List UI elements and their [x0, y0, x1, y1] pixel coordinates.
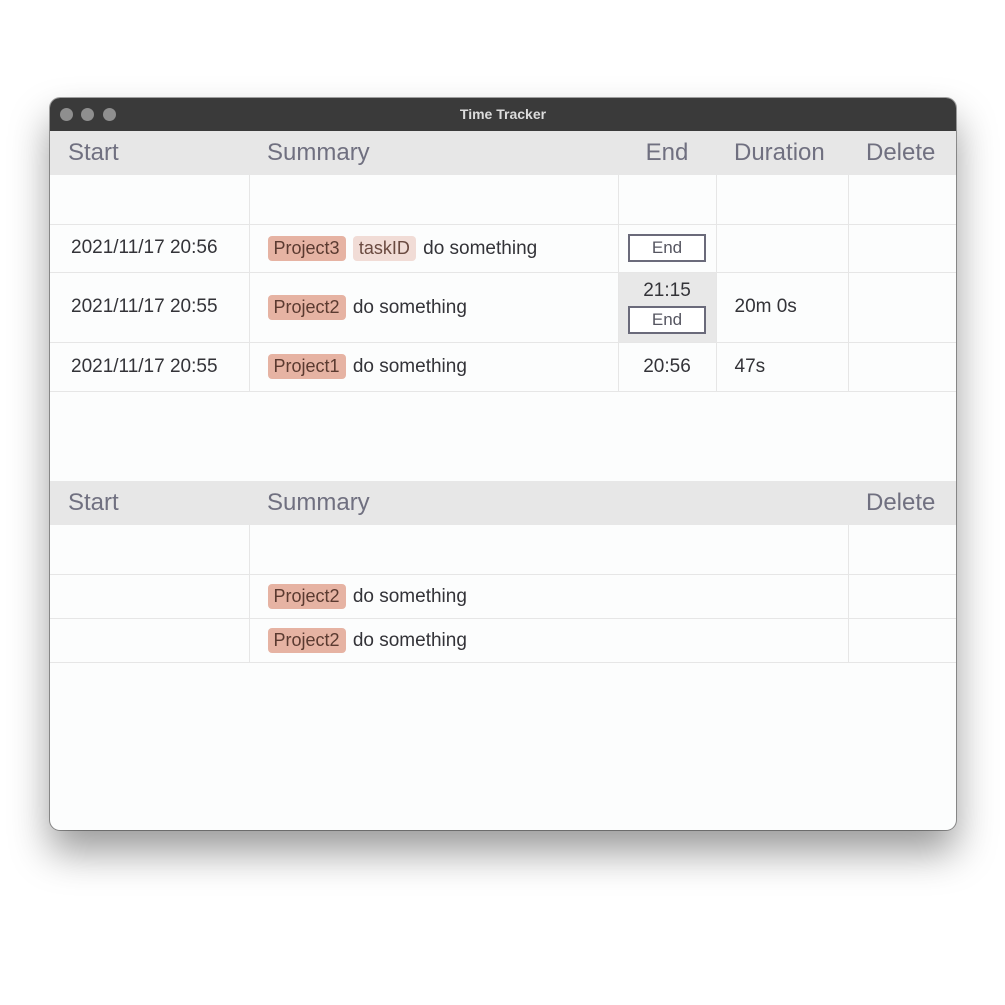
- new-entry-start-cell[interactable]: [50, 175, 250, 225]
- project-tag[interactable]: Project2: [267, 583, 346, 609]
- project-tag[interactable]: Project2: [267, 627, 346, 653]
- window-title: Time Tracker: [459, 106, 547, 122]
- new-template-summary-cell[interactable]: [249, 525, 849, 575]
- template-summary-cell[interactable]: Project2 do something: [249, 618, 849, 663]
- table-header-row: Start Summary Delete: [50, 481, 956, 525]
- table-row: 2021/11/17 20:56 Project3 taskID do some…: [50, 224, 956, 273]
- table-row: 2021/11/17 20:55 Project1 do something 2…: [50, 342, 956, 392]
- delete-column-header: Delete: [848, 131, 956, 175]
- new-entry-row: [50, 175, 956, 225]
- entry-start-cell[interactable]: 2021/11/17 20:55: [50, 272, 250, 343]
- entry-summary-cell[interactable]: Project1 do something: [249, 342, 619, 392]
- table-row: 2021/11/17 20:55 Project2 do something 2…: [50, 272, 956, 343]
- template-start-cell[interactable]: [50, 574, 250, 619]
- start-column-header[interactable]: Start: [50, 131, 249, 175]
- new-entry-end-cell: [618, 175, 717, 225]
- table-row: Project2 do something: [50, 574, 956, 619]
- new-template-row: [50, 525, 956, 575]
- template-delete-cell[interactable]: [848, 618, 956, 663]
- entry-end-cell: 21:15 End: [618, 272, 717, 343]
- table-header-row: Start Summary End Duration Delete: [50, 131, 956, 175]
- entry-delete-cell[interactable]: [848, 272, 956, 343]
- new-template-delete-cell: [848, 525, 956, 575]
- delete-column-header: Delete: [848, 481, 956, 525]
- entry-delete-cell[interactable]: [848, 342, 956, 392]
- new-entry-duration-cell: [716, 175, 849, 225]
- project-tag[interactable]: Project2: [267, 294, 346, 320]
- entry-summary-cell[interactable]: Project3 taskID do something: [249, 224, 619, 273]
- template-entries-table: Start Summary Delete Project2 do somethi…: [50, 481, 956, 663]
- template-summary-text: do something: [352, 585, 467, 607]
- template-summary-cell[interactable]: Project2 do something: [249, 574, 849, 619]
- project-tag[interactable]: Project3: [267, 235, 346, 261]
- entry-summary-cell[interactable]: Project2 do something: [249, 272, 619, 343]
- summary-column-header[interactable]: Summary: [249, 131, 618, 175]
- end-time-text[interactable]: 21:15: [619, 280, 716, 302]
- end-button[interactable]: End: [628, 234, 706, 262]
- new-entry-delete-cell: [848, 175, 956, 225]
- entry-duration-cell: 47s: [716, 342, 849, 392]
- entry-delete-cell[interactable]: [848, 224, 956, 273]
- task-id-tag[interactable]: taskID: [352, 235, 416, 261]
- app-window: Time Tracker Start Summary End Duration …: [50, 98, 956, 830]
- entry-duration-cell: [716, 224, 849, 273]
- summary-column-header[interactable]: Summary: [249, 481, 848, 525]
- entry-summary-text: do something: [352, 296, 467, 318]
- entry-duration-cell: 20m 0s: [716, 272, 849, 343]
- entry-summary-text: do something: [423, 237, 538, 259]
- title-bar: Time Tracker: [50, 98, 956, 131]
- table-row: Project2 do something: [50, 618, 956, 663]
- active-entries-table: Start Summary End Duration Delete 2021/1…: [50, 131, 956, 392]
- entry-summary-text: do something: [352, 356, 467, 377]
- template-start-cell[interactable]: [50, 618, 250, 663]
- entry-end-cell: End: [618, 224, 717, 273]
- entry-start-cell[interactable]: 2021/11/17 20:56: [50, 224, 250, 273]
- entry-end-cell[interactable]: 20:56: [618, 342, 717, 392]
- new-entry-summary-cell[interactable]: [249, 175, 619, 225]
- duration-column-header[interactable]: Duration: [716, 131, 848, 175]
- start-column-header[interactable]: Start: [50, 481, 249, 525]
- project-tag[interactable]: Project1: [267, 354, 346, 379]
- end-button[interactable]: End: [628, 306, 706, 334]
- new-template-start-cell[interactable]: [50, 525, 250, 575]
- entry-start-cell[interactable]: 2021/11/17 20:55: [50, 342, 250, 392]
- template-summary-text: do something: [352, 629, 467, 651]
- template-delete-cell[interactable]: [848, 574, 956, 619]
- end-column-header[interactable]: End: [618, 131, 716, 175]
